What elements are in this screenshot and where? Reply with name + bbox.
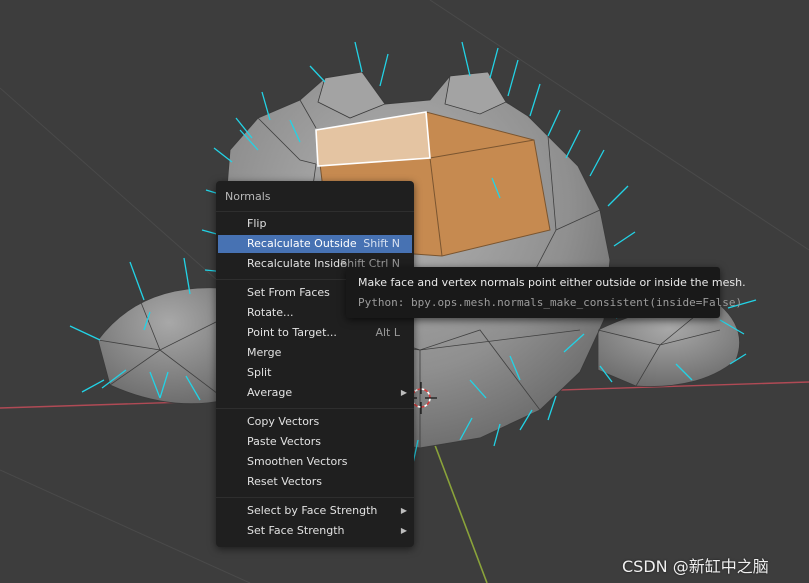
menu-item-label: Split [247, 366, 272, 379]
normal-line [613, 231, 636, 247]
menu-item-split[interactable]: Split [218, 364, 412, 382]
menu-item-copy-vectors[interactable]: Copy Vectors [218, 413, 412, 431]
submenu-arrow-icon: ▶ [400, 506, 407, 515]
menu-item-set-face-strength[interactable]: Set Face Strength ▶ [218, 522, 412, 540]
menu-item-label: Merge [247, 346, 282, 359]
shortcut-label: Alt L [375, 326, 400, 339]
menu-item-flip[interactable]: Flip [218, 215, 412, 233]
menu-separator [216, 408, 414, 409]
menu-item-smoothen-vectors[interactable]: Smoothen Vectors [218, 453, 412, 471]
normal-line [529, 83, 541, 117]
normal-line [507, 59, 519, 97]
normal-line [81, 379, 105, 393]
shortcut-label: Shift N [363, 237, 400, 250]
menu-item-point-to-target[interactable]: Point to Target... Alt L [218, 324, 412, 342]
menu-item-merge[interactable]: Merge [218, 344, 412, 362]
normal-line [183, 257, 191, 295]
menu-item-label: Rotate... [247, 306, 294, 319]
submenu-arrow-icon: ▶ [400, 526, 407, 535]
menu-item-paste-vectors[interactable]: Paste Vectors [218, 433, 412, 451]
menu-item-label: Paste Vectors [247, 435, 321, 448]
normal-line [589, 149, 605, 177]
menu-item-label: Smoothen Vectors [247, 455, 348, 468]
menu-item-label: Average [247, 386, 293, 399]
menu-item-recalculate-outside[interactable]: Recalculate Outside Shift N [218, 235, 412, 253]
menu-separator [216, 211, 414, 212]
menu-item-label: Recalculate Inside [247, 257, 347, 270]
menu-item-label: Flip [247, 217, 267, 230]
normal-line [489, 47, 499, 79]
operator-tooltip: Make face and vertex normals point eithe… [346, 267, 746, 318]
menu-item-label: Copy Vectors [247, 415, 320, 428]
menu-item-label: Reset Vectors [247, 475, 323, 488]
y-axis-line [429, 431, 488, 583]
menu-item-label: Select by Face Strength [247, 504, 378, 517]
normal-line [69, 325, 101, 341]
submenu-arrow-icon: ▶ [400, 388, 407, 397]
tooltip-description: Make face and vertex normals point eithe… [358, 276, 746, 289]
normal-line [379, 53, 389, 87]
normals-menu: Normals Flip Recalculate Outside Shift N … [216, 181, 414, 547]
normal-line [461, 41, 471, 77]
menu-item-label: Recalculate Outside [247, 237, 357, 250]
menu-item-average[interactable]: Average ▶ [218, 384, 412, 402]
normal-line [547, 109, 561, 137]
normal-line [354, 41, 363, 73]
menu-item-label: Set Face Strength [247, 524, 345, 537]
menu-title: Normals [225, 190, 271, 203]
normal-line [309, 65, 326, 83]
tooltip-python-path: Python: bpy.ops.mesh.normals_make_consis… [358, 296, 743, 309]
menu-item-reset-vectors[interactable]: Reset Vectors [218, 473, 412, 491]
normal-line [607, 185, 629, 207]
menu-item-label: Set From Faces [247, 286, 330, 299]
menu-item-label: Point to Target... [247, 326, 337, 339]
normal-line [565, 129, 581, 159]
normal-line [129, 261, 145, 301]
menu-item-select-by-face-strength[interactable]: Select by Face Strength ▶ [218, 502, 412, 520]
watermark-text: CSDN @新缸中之脑 [622, 557, 769, 576]
menu-separator [216, 497, 414, 498]
